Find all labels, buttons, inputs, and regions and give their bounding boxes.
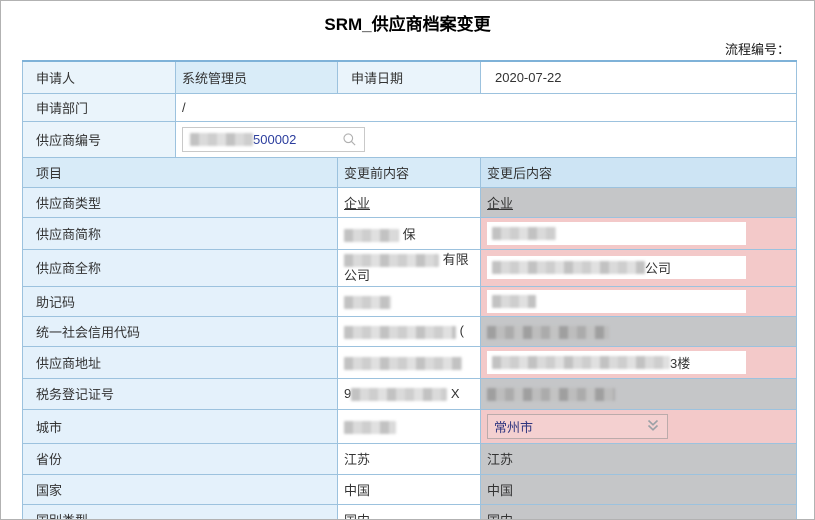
redacted-text: [492, 355, 670, 369]
redacted-text: [344, 253, 439, 267]
before-value: 江苏: [337, 442, 481, 475]
row-label: 统一社会信用代码: [22, 315, 338, 347]
full-name-input[interactable]: 公司: [487, 256, 746, 279]
before-value-suffix: (: [459, 323, 464, 339]
row-applicant: 申请人 系统管理员 申请日期 2020-07-22: [22, 60, 797, 94]
before-value: 国内: [337, 503, 481, 519]
after-value: 中国: [480, 473, 797, 505]
redacted-text: [487, 325, 609, 339]
row-label: 供应商类型: [22, 186, 338, 218]
supplier-no-input[interactable]: 500002: [182, 126, 365, 152]
short-name-input[interactable]: [487, 221, 746, 245]
srm-change-form-page: SRM_供应商档案变更 流程编号： 申请人 系统管理员 申请日期 2020-07…: [0, 0, 815, 520]
row-label: 税务登记证号: [22, 377, 338, 410]
supplier-change-table: 申请人 系统管理员 申请日期 2020-07-22 申请部门 / 供应商编号 5…: [22, 60, 797, 519]
before-value-suffix: 保: [402, 226, 416, 242]
address-input[interactable]: 3楼: [487, 350, 746, 374]
row-label: 供应商地址: [22, 345, 338, 379]
applicant-value: 系统管理员: [175, 60, 338, 94]
redacted-text: [344, 356, 462, 370]
redacted-text: [344, 228, 399, 242]
col-header-after: 变更后内容: [480, 156, 797, 188]
row-department: 申请部门 /: [22, 92, 797, 122]
table-row: 国别类型 国内 国内: [22, 503, 797, 519]
before-value-prefix: 9: [344, 385, 352, 401]
col-header-before: 变更前内容: [337, 156, 481, 188]
table-row: 省份 江苏 江苏: [22, 442, 797, 475]
applicant-label: 申请人: [22, 60, 176, 94]
process-number-label: 流程编号：: [724, 42, 790, 57]
redacted-text: [190, 132, 253, 146]
page-title: SRM_供应商档案变更: [324, 15, 491, 34]
row-label: 供应商全称: [22, 248, 338, 287]
double-chevron-down-icon[interactable]: [645, 419, 661, 433]
row-change-header: 项目 变更前内容 变更后内容: [22, 156, 797, 188]
department-label: 申请部门: [22, 92, 176, 122]
row-label: 国家: [22, 473, 338, 505]
after-value-suffix: 公司: [645, 261, 672, 276]
department-value: /: [175, 92, 797, 122]
table-row: 统一社会信用代码 (: [22, 315, 797, 347]
before-value: 企业: [344, 195, 371, 211]
redacted-text: [492, 261, 645, 274]
col-header-item: 项目: [22, 156, 338, 188]
redacted-text: [344, 325, 456, 339]
table-row: 供应商简称 保: [22, 216, 797, 250]
row-supplier-no: 供应商编号 500002: [22, 120, 797, 158]
after-value: 常州市: [494, 419, 534, 435]
supplier-no-label: 供应商编号: [22, 120, 176, 158]
row-label: 供应商简称: [22, 216, 338, 250]
after-value: 江苏: [480, 442, 797, 475]
supplier-no-visible-value: 500002: [253, 131, 297, 147]
row-label: 城市: [22, 408, 338, 444]
apply-date-value: 2020-07-22: [480, 60, 797, 94]
after-value: 国内: [480, 503, 797, 519]
table-row: 城市 常州市: [22, 408, 797, 444]
table-row: 税务登记证号 9 X: [22, 377, 797, 410]
after-value-suffix: 3楼: [670, 355, 691, 371]
city-dropdown[interactable]: 常州市: [487, 413, 668, 439]
redacted-text: [351, 388, 448, 402]
redacted-text: [492, 226, 556, 240]
search-icon[interactable]: [342, 132, 357, 147]
table-row: 国家 中国 中国: [22, 473, 797, 505]
redacted-text: [492, 294, 536, 308]
before-value: 中国: [337, 473, 481, 505]
row-label: 国别类型: [22, 503, 338, 519]
redacted-text: [487, 388, 615, 402]
redacted-text: [344, 420, 396, 434]
apply-date-label: 申请日期: [337, 60, 481, 94]
table-row: 供应商全称 有限公司 公司: [22, 248, 797, 287]
table-row: 供应商类型 企业 企业: [22, 186, 797, 218]
redacted-text: [344, 295, 391, 309]
mnemonic-input[interactable]: [487, 289, 746, 313]
table-row: 供应商地址 3楼: [22, 345, 797, 379]
table-row: 助记码: [22, 285, 797, 317]
row-label: 助记码: [22, 285, 338, 317]
before-value-suffix: X: [450, 385, 460, 401]
after-value: 企业: [487, 195, 514, 211]
row-label: 省份: [22, 442, 338, 475]
